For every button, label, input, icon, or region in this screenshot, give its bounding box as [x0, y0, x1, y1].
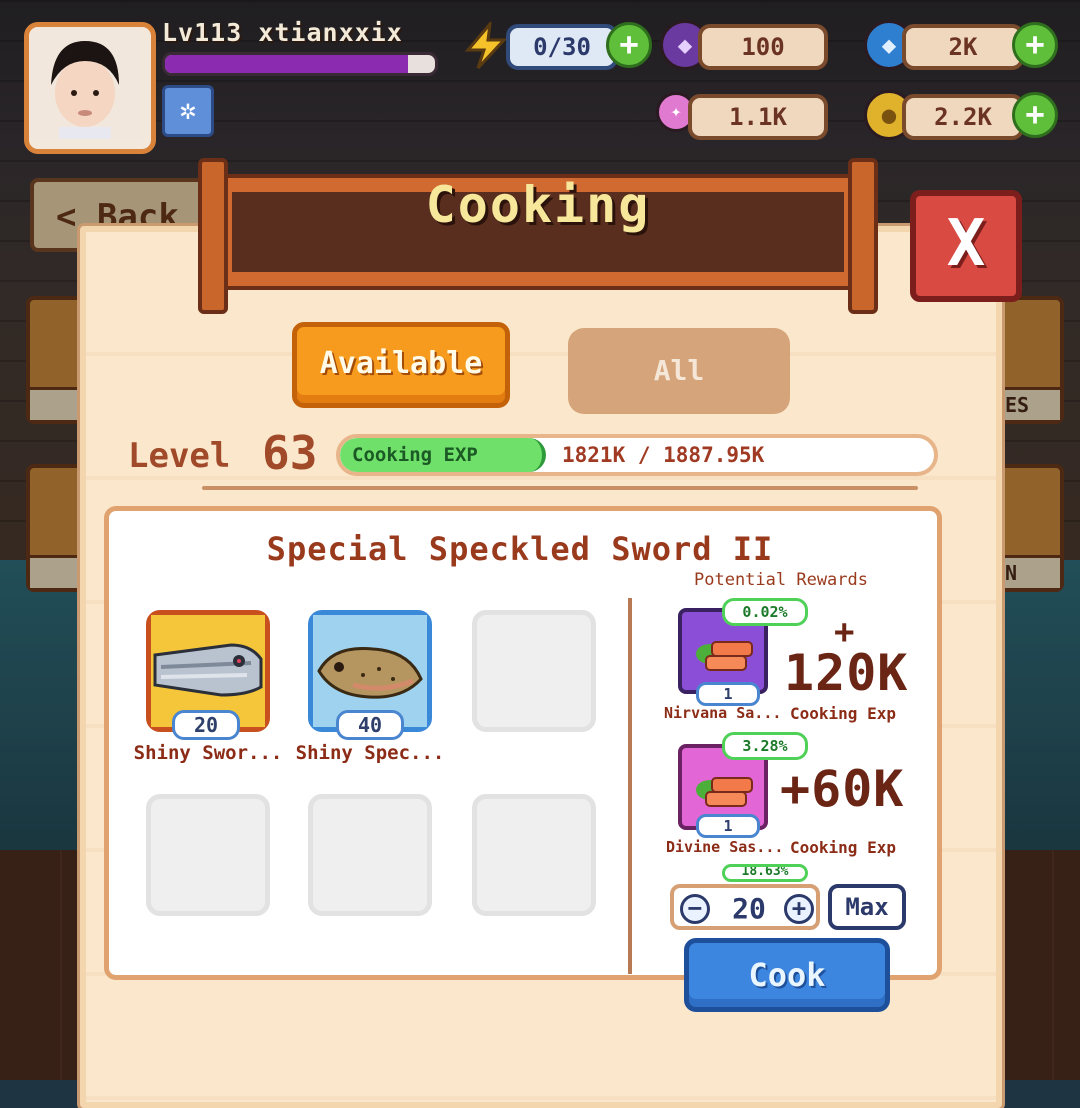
level-label: Level: [128, 436, 231, 476]
decrease-button[interactable]: −: [680, 894, 710, 924]
reward-chance-partial: 18.63%: [722, 864, 808, 882]
reward-qty: 1: [696, 814, 760, 838]
level-value: 63: [262, 426, 318, 480]
card-divider: [628, 598, 632, 974]
tab-available[interactable]: Available: [292, 322, 510, 408]
player-xp-bar: [162, 52, 438, 76]
panel-title: Cooking: [425, 176, 651, 234]
add-gold-button[interactable]: +: [1012, 92, 1058, 138]
player-xp-fill: [165, 55, 408, 73]
reward-qty: 1: [696, 682, 760, 706]
energy-bolt-icon: [462, 19, 510, 74]
reward-chance: 3.28%: [722, 732, 808, 760]
reward-exp-label: Cooking Exp: [790, 704, 896, 723]
avatar-portrait: [29, 27, 141, 139]
quantity-value[interactable]: 20: [724, 892, 774, 925]
gem-currency-amount: 1.1K: [688, 94, 828, 140]
max-button[interactable]: Max: [828, 884, 906, 930]
purple-currency-amount: 100: [698, 24, 828, 70]
cook-button[interactable]: Cook: [684, 938, 890, 1012]
reward-exp-amount: 120K: [784, 644, 909, 702]
cooking-exp-value: 1821K / 1887.95K: [562, 443, 765, 467]
divider: [202, 486, 918, 490]
reward-chance: 0.02%: [722, 598, 808, 626]
title-banner: Cooking: [198, 158, 878, 314]
gear-icon: ✲: [179, 93, 197, 126]
cooking-exp-label: Cooking EXP: [352, 444, 478, 466]
increase-button[interactable]: +: [784, 894, 814, 924]
avatar[interactable]: [24, 22, 156, 154]
energy-counter: 0/30: [506, 24, 618, 70]
empty-ingredient-slot[interactable]: [472, 794, 596, 916]
close-button[interactable]: X: [910, 190, 1022, 302]
rewards-heading: Potential Rewards: [694, 570, 868, 590]
player-name: Lv113 xtianxxix: [162, 18, 403, 47]
settings-button[interactable]: ✲: [162, 85, 214, 137]
gold-currency-amount: 2.2K: [902, 94, 1024, 140]
ingredient-qty: 20: [172, 710, 240, 740]
close-icon: X: [946, 207, 986, 281]
tab-all[interactable]: All: [568, 328, 790, 414]
reward-exp-label: Cooking Exp: [790, 838, 896, 857]
blue-currency-amount: 2K: [902, 24, 1024, 70]
ingredient-name: Shiny Swor...: [133, 742, 283, 764]
reward-name: Nirvana Sa...: [664, 704, 782, 722]
quantity-stepper: − 20 +: [670, 884, 820, 930]
empty-ingredient-slot[interactable]: [472, 610, 596, 732]
cooking-exp-bar: Cooking EXP 1821K / 1887.95K: [336, 434, 938, 476]
add-blue-currency-button[interactable]: +: [1012, 22, 1058, 68]
reward-name: Divine Sas...: [666, 838, 784, 856]
empty-ingredient-slot[interactable]: [308, 794, 432, 916]
ingredient-qty: 40: [336, 710, 404, 740]
recipe-title: Special Speckled Sword II: [266, 530, 774, 568]
add-energy-button[interactable]: +: [606, 22, 652, 68]
empty-ingredient-slot[interactable]: [146, 794, 270, 916]
reward-exp-amount: +60K: [780, 760, 905, 818]
ingredient-name: Shiny Spec...: [295, 742, 445, 764]
